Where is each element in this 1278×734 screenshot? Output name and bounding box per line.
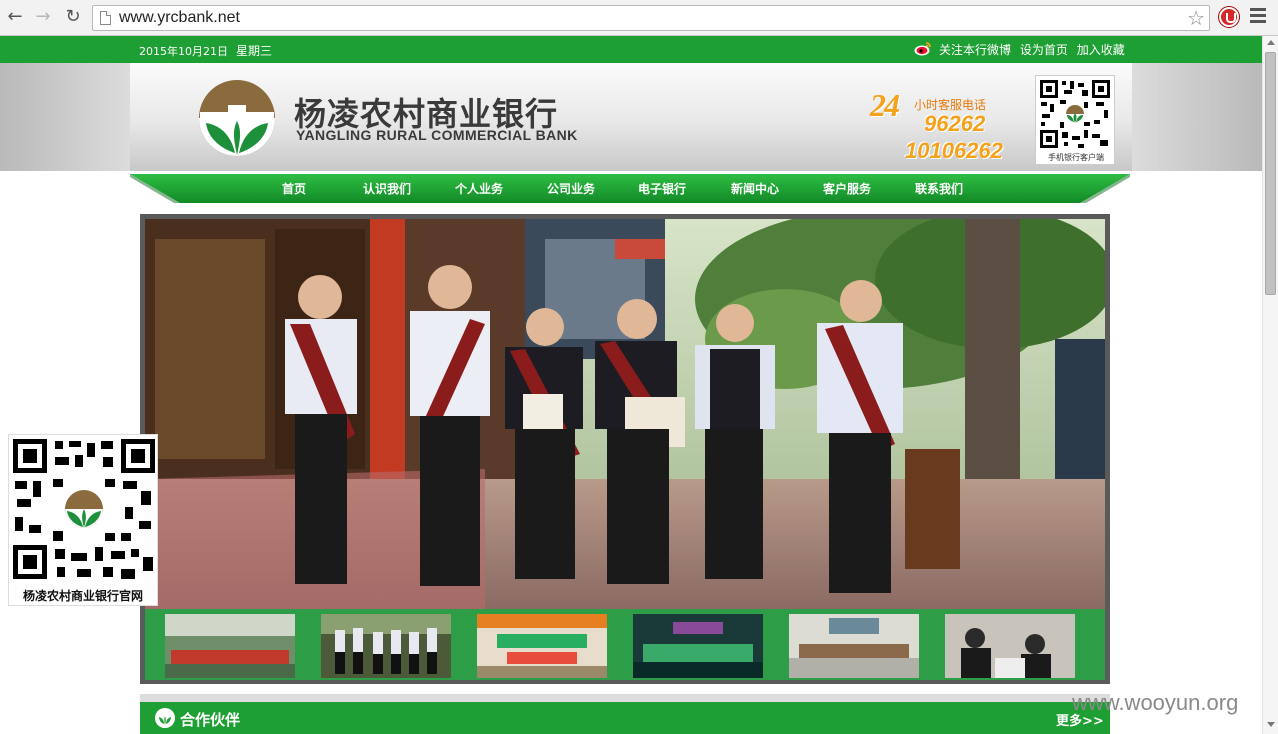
- current-date: 2015年10月21日: [139, 45, 228, 58]
- nav-background: [130, 174, 1130, 203]
- bookmark-star-icon[interactable]: ☆: [1187, 6, 1205, 30]
- current-weekday: 星期三: [236, 44, 273, 58]
- banner-photo[interactable]: [145, 219, 1105, 609]
- watermark-text: www.wooyun.org: [1072, 690, 1239, 715]
- nav-ebanking[interactable]: 电子银行: [638, 180, 686, 197]
- thumbnail-3[interactable]: [477, 614, 607, 678]
- thumbnail-1[interactable]: [165, 614, 295, 678]
- header-side-left: [0, 63, 130, 171]
- add-favorite-link[interactable]: 加入收藏: [1077, 43, 1125, 57]
- nav-contact[interactable]: 联系我们: [915, 180, 963, 197]
- thumbnail-image: [945, 614, 1075, 678]
- leaf-icon: [155, 708, 175, 728]
- header-side-right: [1132, 63, 1262, 171]
- scroll-down-arrow-icon[interactable]: [1267, 722, 1275, 727]
- set-homepage-link[interactable]: 设为首页: [1020, 43, 1068, 57]
- browser-menu-icon[interactable]: [1250, 8, 1266, 24]
- browser-toolbar: ← → ↻ www.yrcbank.net ☆: [0, 0, 1278, 36]
- weibo-icon[interactable]: [914, 41, 932, 56]
- thumbnail-2[interactable]: [321, 614, 451, 678]
- page-scrollbar[interactable]: [1262, 36, 1278, 734]
- address-bar[interactable]: www.yrcbank.net ☆: [92, 5, 1210, 31]
- partners-title: 合作伙伴: [180, 711, 241, 729]
- page-root: ← → ↻ www.yrcbank.net ☆ 2015年10月21日 星期三 …: [0, 0, 1278, 734]
- thumbnail-image: [477, 614, 607, 678]
- follow-weibo-link[interactable]: 关注本行微博: [939, 43, 1011, 57]
- scroll-up-arrow-icon[interactable]: [1267, 40, 1275, 45]
- hours-24: 24: [870, 87, 900, 123]
- scroll-thumb[interactable]: [1265, 52, 1276, 295]
- forward-arrow-icon[interactable]: →: [32, 6, 54, 28]
- back-arrow-icon[interactable]: ←: [4, 6, 26, 28]
- thumbnail-image: [789, 614, 919, 678]
- thumbnail-6[interactable]: [945, 614, 1075, 678]
- nav-news[interactable]: 新闻中心: [731, 180, 779, 197]
- bank-name-en: YANGLING RURAL COMMERCIAL BANK: [296, 127, 578, 143]
- mobile-banking-qr[interactable]: 手机银行客户端: [1035, 75, 1115, 165]
- nav-service[interactable]: 客户服务: [823, 180, 871, 197]
- page-icon: [100, 11, 111, 25]
- banner-thumbnails: [145, 609, 1105, 680]
- thumbnail-image: [633, 614, 763, 678]
- nav-home[interactable]: 首页: [282, 180, 306, 197]
- thumbnail-4[interactable]: [633, 614, 763, 678]
- qr-caption: 手机银行客户端: [1048, 153, 1104, 162]
- thumbnail-5[interactable]: [789, 614, 919, 678]
- partners-divider: [140, 694, 1110, 702]
- official-site-qr-caption: 杨凌农村商业银行官网: [22, 589, 143, 603]
- nav-personal[interactable]: 个人业务: [455, 180, 503, 197]
- hotline-number-2: 10106262: [905, 138, 1003, 163]
- site-header: 杨凌农村商业银行 YANGLING RURAL COMMERCIAL BANK …: [0, 63, 1262, 171]
- qr-code-icon: [11, 437, 157, 583]
- qr-code-icon: [1038, 78, 1112, 150]
- main-nav: 首页 认识我们 个人业务 公司业务 电子银行 新闻中心 客户服务 联系我们: [130, 174, 1130, 203]
- url-text[interactable]: www.yrcbank.net: [119, 9, 240, 27]
- official-site-qr[interactable]: 杨凌农村商业银行官网: [8, 434, 158, 606]
- site-top-bar: 2015年10月21日 星期三 关注本行微博 设为首页 加入收藏: [0, 36, 1262, 63]
- extension-icon[interactable]: [1219, 7, 1239, 27]
- bank-logo-icon[interactable]: [198, 79, 276, 157]
- partners-section: 合作伙伴 更多>>: [140, 702, 1110, 734]
- nav-corporate[interactable]: 公司业务: [547, 180, 595, 197]
- staff-photo-image: [145, 219, 1105, 609]
- nav-about[interactable]: 认识我们: [363, 180, 411, 197]
- reload-icon[interactable]: ↻: [62, 6, 84, 28]
- thumbnail-image: [321, 614, 451, 678]
- thumbnail-image: [165, 614, 295, 678]
- hotline-number-1: 96262: [924, 111, 986, 136]
